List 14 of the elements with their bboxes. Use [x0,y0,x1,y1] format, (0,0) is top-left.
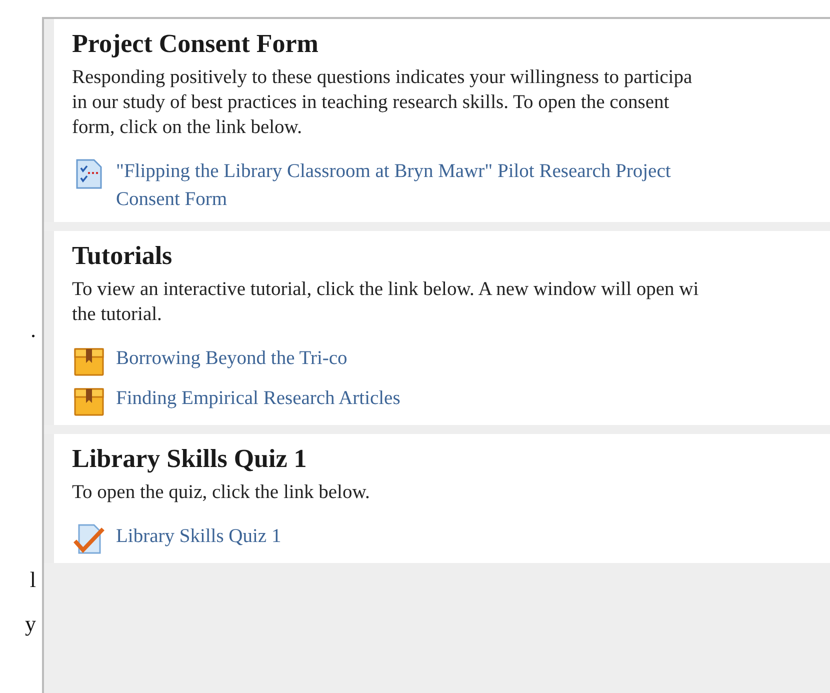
section-description: Responding positively to these questions indicates your willingness to participa in our study of best practices in teaching research skills. To open the consent form, click on the link below. [72,66,694,140]
cut-off-text: . [30,318,37,342]
link[interactable]: Library Skills Quiz 1 [116,523,282,551]
link[interactable]: Borrowing Beyond the Tri-co [116,345,348,373]
cut-off-text: l [30,568,37,592]
section-description: To view an interactive tutorial, click the link below. A new window will open wi the tutorial. [72,278,700,327]
cut-off-text: y [25,612,37,636]
link[interactable]: "Flipping the Library Classroom at Bryn Mawr" Pilot Research Project Consent Form [116,158,671,214]
checkmark-document-icon [72,523,106,555]
section-description: To open the quiz, click the link below. [72,481,371,505]
link[interactable]: Finding Empirical Research Articles [116,385,400,413]
section-title: Project Consent Form [72,29,320,59]
section-title: Tutorials [72,241,174,271]
section-title: Library Skills Quiz 1 [72,444,308,474]
